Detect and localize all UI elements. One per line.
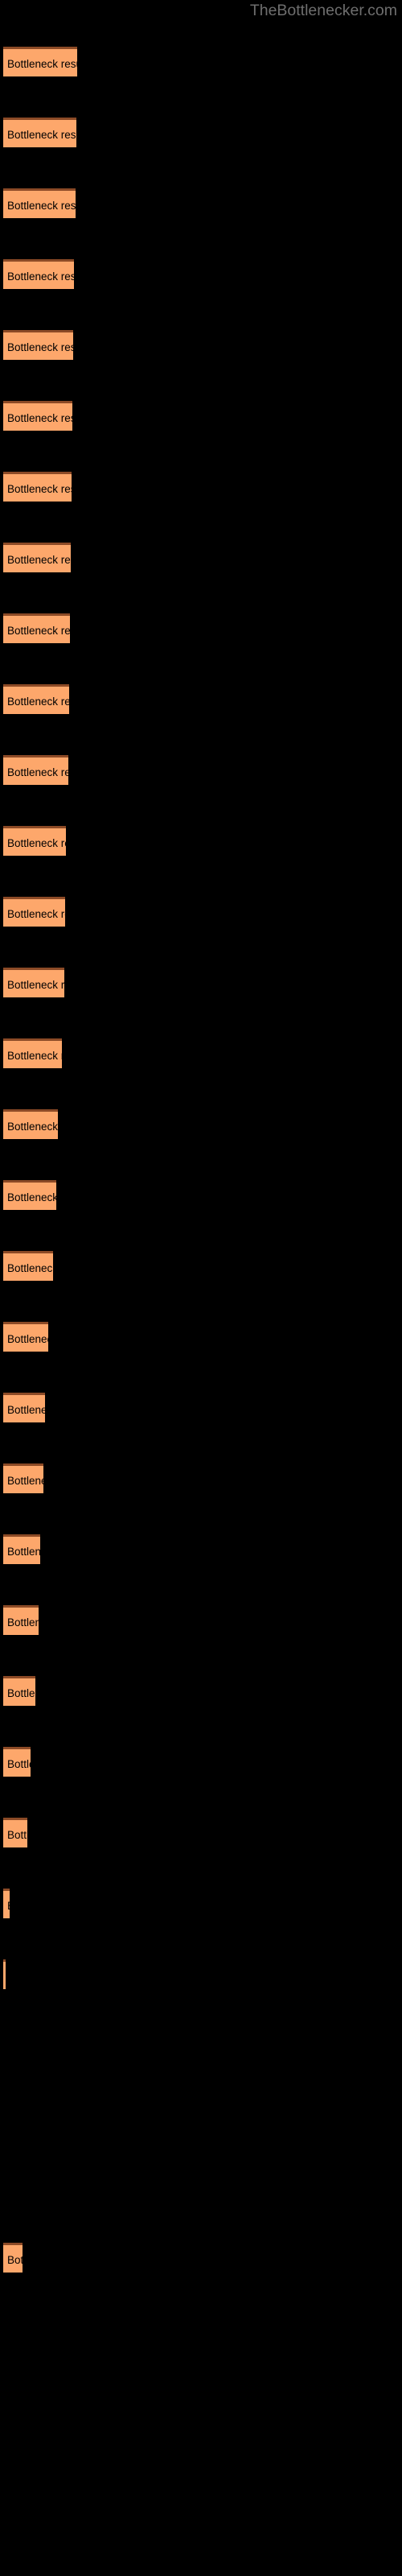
bottleneck-chart: TheBottlenecker.com Bottleneck resultBot… — [0, 0, 402, 2576]
bar-label: Bottleneck result — [7, 696, 69, 708]
bar[interactable]: Bottleneck result — [3, 188, 76, 218]
bar-label: Bottleneck result — [7, 554, 71, 566]
bar-label: Bottleneck result — [7, 1262, 53, 1274]
bar[interactable]: Bottleneck result — [3, 1534, 40, 1564]
bar[interactable]: Bottleneck result — [3, 1676, 35, 1706]
bar-label: Bottleneck result — [7, 837, 66, 849]
bar-label: Bottleneck result — [7, 1333, 48, 1345]
bar[interactable]: Bottleneck result — [3, 47, 77, 76]
bar[interactable]: Bottleneck result — [3, 472, 72, 502]
bar-label: Bottleneck result — [7, 908, 65, 920]
bar-label: Bottleneck result — [7, 1475, 43, 1487]
bar-label: Bottleneck result — [7, 1758, 31, 1770]
bar-label: Bottleneck result — [7, 341, 73, 353]
bar-label: Bottleneck result — [7, 1687, 35, 1699]
bar-label: Bottleneck result — [7, 200, 76, 212]
bar[interactable]: Bottleneck result — [3, 1889, 10, 1918]
bar[interactable]: Bottleneck result — [3, 1038, 62, 1068]
bar[interactable]: Bottleneck result — [3, 401, 72, 431]
bar[interactable]: Bottleneck result — [3, 755, 68, 785]
bar[interactable]: Bottleneck result — [3, 330, 73, 360]
bar-label: Bottleneck result — [7, 1891, 10, 1918]
bar-label: Bottleneck result — [7, 129, 76, 141]
bar-label: Bottleneck result — [7, 58, 77, 70]
bar-label: Bottleneck result — [7, 1191, 56, 1203]
bar[interactable]: Bottleneck result — [3, 1747, 31, 1777]
bar[interactable]: Bottleneck result — [3, 684, 69, 714]
bar[interactable]: Bottleneck result — [3, 1251, 53, 1281]
bar-label: Bottleneck result — [7, 270, 74, 283]
bar[interactable]: Bottleneck result — [3, 2243, 23, 2273]
bar[interactable]: Bottleneck result — [3, 1180, 56, 1210]
bar-label: Bottleneck result — [7, 979, 64, 991]
bar-label: Bottleneck result — [7, 1829, 27, 1841]
bar[interactable]: Bottleneck result — [3, 613, 70, 643]
bar-label: Bottleneck result — [7, 2254, 23, 2266]
bar-label: Bottleneck result — [7, 483, 72, 495]
bar[interactable]: Bottleneck result — [3, 897, 65, 927]
bar[interactable]: Bottleneck result — [3, 968, 64, 997]
bar[interactable]: Bottleneck result — [3, 1393, 45, 1422]
bar-label: Bottleneck result — [7, 766, 68, 778]
bar-label: Bottleneck result — [7, 1616, 39, 1629]
bar[interactable]: Bottleneck result — [3, 1463, 43, 1493]
bar-label: Bottleneck result — [7, 412, 72, 424]
bar[interactable]: Bottleneck result — [3, 118, 76, 147]
bar-label: Bottleneck result — [7, 1050, 62, 1062]
bar[interactable]: Bottleneck result — [3, 826, 66, 856]
bar[interactable]: Bottleneck result — [3, 543, 71, 572]
bar[interactable]: Bottleneck result — [3, 1959, 6, 1989]
bar[interactable]: Bottleneck result — [3, 1109, 58, 1139]
bar-label: Bottleneck result — [7, 1121, 58, 1133]
bar[interactable]: Bottleneck result — [3, 259, 74, 289]
bar-label: Bottleneck result — [7, 625, 70, 637]
bar-label: Bottleneck result — [7, 1546, 40, 1558]
bar[interactable]: Bottleneck result — [3, 1818, 27, 1847]
bar[interactable]: Bottleneck result — [3, 1322, 48, 1352]
bar-series: Bottleneck result Bottleneck result Bottle… — [0, 0, 402, 2576]
bar-label: Bottleneck result — [7, 1404, 45, 1416]
bar[interactable]: Bottleneck result — [3, 1605, 39, 1635]
